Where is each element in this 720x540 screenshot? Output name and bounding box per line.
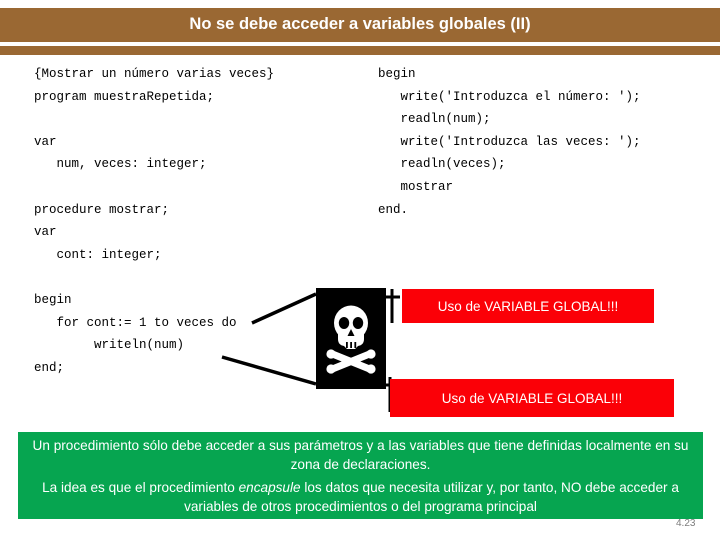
summary-panel: Un procedimiento sólo debe acceder a sus… <box>18 432 703 519</box>
global-variable-warning-badge-1: Uso de VARIABLE GLOBAL!!! <box>402 289 654 323</box>
title-banner-divider <box>0 42 720 46</box>
page-number: 4.23 <box>676 518 696 529</box>
summary-p2-emphasis: encapsule <box>238 480 301 495</box>
title-banner: No se debe acceder a variables globales … <box>0 8 720 55</box>
page-title: No se debe acceder a variables globales … <box>189 15 531 33</box>
pascal-code-left-column: {Mostrar un número varias veces} program… <box>34 67 275 375</box>
summary-paragraph-1: Un procedimiento sólo debe acceder a sus… <box>32 438 689 472</box>
pascal-code-right-column: begin write('Introduzca el número: '); r… <box>378 67 641 217</box>
summary-paragraph-2: La idea es que el procedimiento encapsul… <box>18 478 703 516</box>
danger-warning-box <box>316 288 386 389</box>
summary-p2-before: La idea es que el procedimiento <box>42 480 239 495</box>
global-variable-warning-badge-2: Uso de VARIABLE GLOBAL!!! <box>390 379 674 417</box>
